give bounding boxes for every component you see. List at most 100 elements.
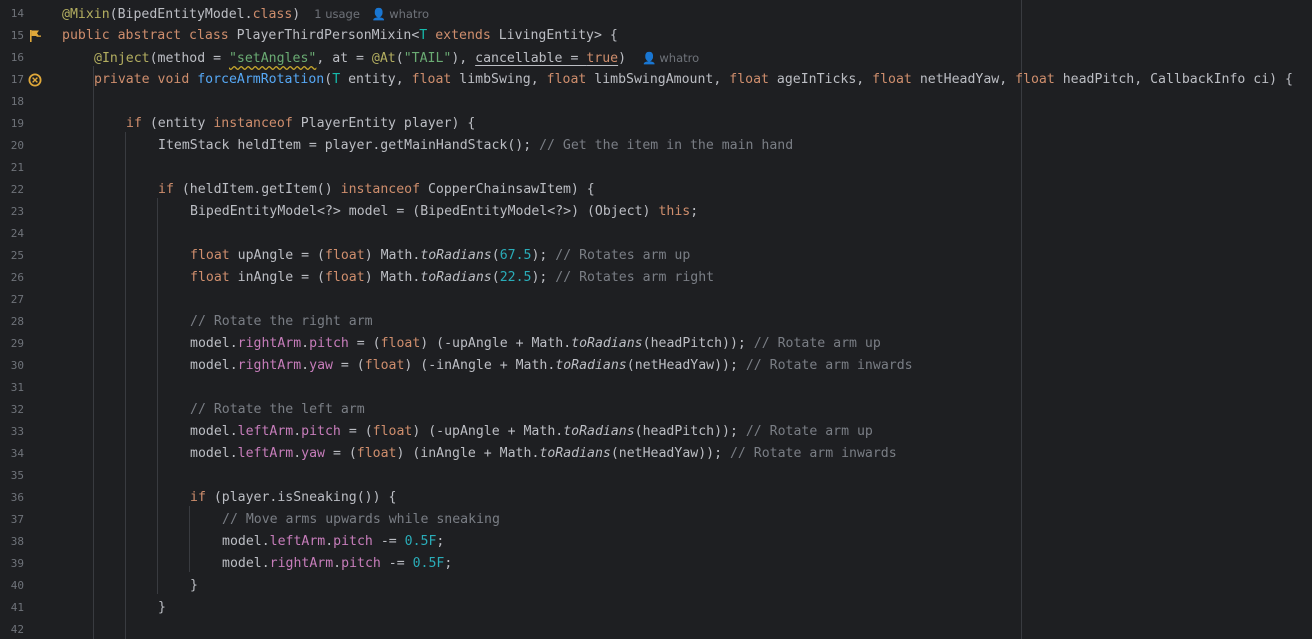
token: rightArm [237,336,302,351]
token: ( [491,248,500,263]
code-line-20[interactable]: ItemStack heldItem = player.getMainHandS… [158,135,793,157]
token: headPitch, CallbackInfo ci) { [1054,72,1293,87]
code-line-25[interactable]: float upAngle = (float) Math.toRadians(6… [190,245,690,267]
code-line-26[interactable]: float inAngle = (float) Math.toRadians(2… [190,267,714,289]
token: this [658,204,691,219]
line-number: 39 [10,557,24,570]
token: (headPitch)); [634,424,746,439]
mixin-target-icon[interactable] [28,29,42,43]
line-number: 28 [10,315,24,328]
token: . [325,534,334,549]
token: CopperChainsawItem) { [420,182,595,197]
code-line-40[interactable]: } [190,575,198,597]
method-override-icon[interactable] [28,73,42,87]
token: @Mixin [62,7,110,22]
code-line-14[interactable]: @Mixin(BipedEntityModel.class) 1 usage 👤 wh… [62,3,429,25]
comment: // Rotate arm inwards [745,358,913,373]
indent-guide [189,506,190,572]
author-icon: 👤 [371,7,387,21]
token: . [301,336,310,351]
code-area[interactable]: @Mixin(BipedEntityModel.class) 1 usage 👤 wh… [62,0,1312,639]
line-number: 19 [10,117,24,130]
token: ); [531,248,556,263]
usage-count-hint[interactable]: 1 usage [314,7,360,21]
line-number: 16 [10,51,24,64]
code-line-32[interactable]: // Rotate the left arm [190,399,365,421]
token: toRadians [420,248,492,263]
author-hint[interactable]: whatro [659,51,699,65]
code-line-22[interactable]: if (heldItem.getItem() instanceof Copper… [158,179,595,201]
token: float [356,446,397,461]
token: float [190,248,230,263]
code-line-38[interactable]: model.leftArm.pitch -= 0.5F; [222,531,444,553]
code-editor[interactable]: 14 15 16 17 18 19 20 21 22 23 24 25 26 2… [0,0,1312,639]
token: 67.5 [499,248,532,263]
line-number: 42 [10,623,24,636]
token: float [729,72,769,87]
token: forceArmRotation [197,72,325,87]
token: if [158,182,174,197]
code-line-36[interactable]: if (player.isSneaking()) { [190,487,396,509]
code-line-30[interactable]: model.rightArm.yaw = (float) (-inAngle +… [190,355,913,377]
token: ) Math. [364,248,421,263]
code-line-37[interactable]: // Move arms upwards while sneaking [222,509,500,531]
code-line-34[interactable]: model.leftArm.yaw = (float) (inAngle + M… [190,443,897,465]
line-number: 37 [10,513,24,526]
token: inAngle = ( [229,270,325,285]
token: limbSwing, [451,72,547,87]
code-line-33[interactable]: model.leftArm.pitch = (float) (-upAngle … [190,421,873,443]
token: ) [618,51,627,66]
code-line-19[interactable]: if (entity instanceof PlayerEntity playe… [126,113,475,135]
token: float [324,248,365,263]
token: leftArm [269,534,326,549]
code-line-17[interactable]: private void forceArmRotation(T entity, … [94,69,1293,91]
line-number: 38 [10,535,24,548]
token: ) [292,7,301,22]
indent-guide [125,132,126,639]
line-number: 18 [10,95,24,108]
token: ) (-inAngle + Math. [404,358,556,373]
token: pitch [333,534,373,549]
token: ( [395,51,404,66]
code-line-41[interactable]: } [158,597,166,619]
code-line-29[interactable]: model.rightArm.pitch = (float) (-upAngle… [190,333,881,355]
code-line-15[interactable]: public abstract class PlayerThirdPersonM… [62,25,618,47]
token: ( [491,270,500,285]
token: ; [444,556,453,571]
token: model. [190,424,238,439]
token: (headPitch)); [642,336,754,351]
token: ; [690,204,699,219]
token: = ( [348,336,381,351]
token: 22.5 [499,270,532,285]
token: (netHeadYaw)); [626,358,746,373]
token: 0.5F [412,556,445,571]
token: extends [427,28,499,43]
token: rightArm [237,358,302,373]
token: toRadians [420,270,492,285]
token: toRadians [555,358,627,373]
token: public abstract class [62,28,237,43]
token: toRadians [539,446,611,461]
author-hint[interactable]: whatro [389,7,429,21]
code-line-23[interactable]: BipedEntityModel<?> model = (BipedEntity… [190,201,698,223]
code-line-28[interactable]: // Rotate the right arm [190,311,373,333]
comment: // Rotate the left arm [190,402,365,417]
token: ); [531,270,556,285]
token: ItemStack heldItem = player.getMainHandS… [158,138,540,153]
comment: // Move arms upwards while sneaking [222,512,500,527]
token: float [411,72,452,87]
token: (method = [149,51,229,66]
line-number: 20 [10,139,24,152]
line-number: 32 [10,403,24,416]
code-line-16[interactable]: @Inject(method = "setAngles", at = @At("… [94,47,699,69]
token: float [372,424,413,439]
token: rightArm [269,556,334,571]
token: BipedEntityModel<?> model = (BipedEntity… [190,204,659,219]
comment: // Rotates arm up [555,248,691,263]
token: limbSwingAmount, [586,72,730,87]
token: ) (-upAngle + Math. [420,336,572,351]
code-line-39[interactable]: model.rightArm.pitch -= 0.5F; [222,553,452,575]
token: . [293,446,302,461]
token: float [1015,72,1055,87]
comment: // Rotate the right arm [190,314,373,329]
